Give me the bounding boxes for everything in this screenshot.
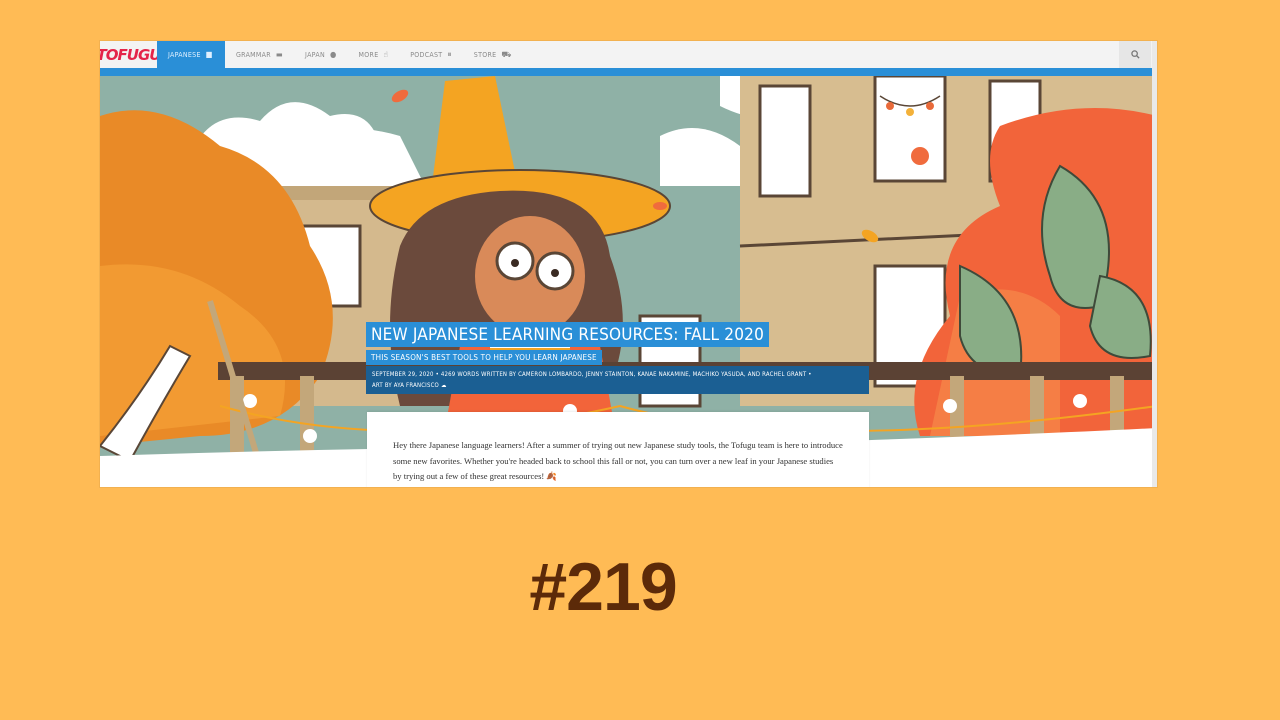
cloud-icon: ☁ <box>440 382 447 389</box>
article-subtitle: THIS SEASON'S BEST TOOLS TO HELP YOU LEA… <box>366 350 602 365</box>
scrollbar[interactable] <box>1152 41 1157 487</box>
chat-icon: ■ <box>205 49 213 59</box>
article-header: NEW JAPANESE LEARNING RESOURCES: FALL 20… <box>366 322 770 365</box>
screenshot-frame: TOFUGU JAPANESE ■ GRAMMAR ▬ JAPAN ● MORE… <box>100 41 1157 487</box>
episode-number: #219 <box>529 549 677 625</box>
search-icon <box>1130 50 1140 59</box>
nav-item-japanese[interactable]: JAPANESE ■ <box>157 41 225 68</box>
site-logo[interactable]: TOFUGU <box>100 41 161 68</box>
article-body: Hey there Japanese language learners! Af… <box>367 412 869 487</box>
nav-item-store[interactable]: STORE ⛟ <box>463 41 523 68</box>
nav-item-japan[interactable]: JAPAN ● <box>294 41 348 68</box>
article-meta: SEPTEMBER 29, 2020 • 4269 WORDS WRITTEN … <box>366 366 869 394</box>
meta-line-authors: SEPTEMBER 29, 2020 • 4269 WORDS WRITTEN … <box>372 371 812 378</box>
nav-item-podcast[interactable]: PODCAST ⏸ <box>399 41 463 68</box>
cart-icon: ⛟ <box>501 49 512 59</box>
globe-icon: ● <box>329 49 337 59</box>
microphone-icon: ⏸ <box>447 49 452 59</box>
meta-line-art: ART BY AYA FRANCISCO <box>372 382 440 389</box>
top-nav: TOFUGU JAPANESE ■ GRAMMAR ▬ JAPAN ● MORE… <box>100 41 1157 69</box>
book-icon: ▬ <box>275 49 284 59</box>
nav-accent-bar <box>100 68 1157 76</box>
hand-icon: ☝ <box>383 49 389 59</box>
nav-item-grammar[interactable]: GRAMMAR ▬ <box>225 41 294 68</box>
search-button[interactable] <box>1119 41 1151 68</box>
article-intro-paragraph: Hey there Japanese language learners! Af… <box>393 440 843 481</box>
nav-item-more[interactable]: MORE ☝ <box>348 41 400 68</box>
article-title[interactable]: NEW JAPANESE LEARNING RESOURCES: FALL 20… <box>366 322 770 347</box>
